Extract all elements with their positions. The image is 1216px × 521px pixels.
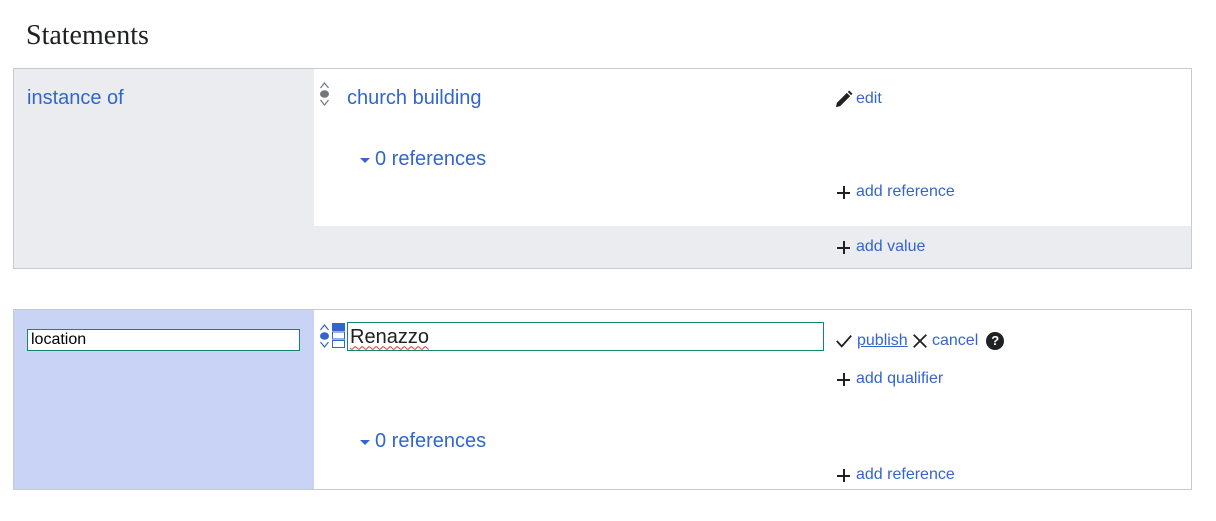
statement-values-editing: Renazzo publish cancel ? add qualifier 0… [314, 310, 1191, 489]
cancel-button[interactable]: cancel ? [911, 331, 1005, 351]
property-input[interactable]: location [27, 329, 300, 351]
references-count: 0 references [375, 430, 487, 452]
statement-group-location-editing: location Renazzo publish cancel ? add qu… [13, 309, 1192, 490]
expand-triangle-icon [360, 439, 370, 445]
add-reference-button[interactable]: add reference [836, 182, 955, 202]
rank-normal-icon[interactable] [318, 81, 331, 107]
expand-triangle-icon [360, 157, 370, 163]
publish-label: publish [857, 332, 908, 349]
add-qualifier-label: add qualifier [856, 370, 944, 387]
value-link-church-building[interactable]: church building [347, 86, 482, 110]
add-qualifier-button[interactable]: add qualifier [836, 369, 943, 389]
rank-normal-icon[interactable] [318, 323, 331, 349]
value-input[interactable]: Renazzo [347, 322, 824, 351]
close-icon [913, 334, 927, 348]
references-count: 0 references [375, 148, 487, 170]
add-reference-button[interactable]: add reference [836, 465, 955, 485]
publish-button[interactable]: publish [834, 331, 908, 351]
value-input-text: Renazzo [350, 325, 429, 348]
statement-group-instance-of: instance of church building edit 0 refer… [13, 68, 1192, 269]
cancel-label: cancel [932, 332, 979, 349]
add-value-toolbar: add value [314, 226, 1191, 268]
property-cell: instance of [14, 69, 314, 268]
pencil-icon [835, 89, 853, 107]
add-reference-label: add reference [856, 466, 955, 483]
plus-icon [836, 184, 852, 200]
plus-icon [836, 239, 852, 255]
plus-icon [836, 371, 852, 387]
page-title: Statements [26, 20, 149, 51]
add-value-button[interactable]: add value [836, 237, 925, 257]
references-toggle[interactable]: 0 references [360, 429, 486, 453]
checkmark-icon [836, 335, 852, 348]
plus-icon [836, 467, 852, 483]
property-cell-editing: location [14, 310, 314, 489]
edit-label: edit [856, 90, 882, 107]
snak-type-selector-icon[interactable] [332, 323, 345, 348]
property-input-value: location [31, 331, 87, 348]
references-toggle[interactable]: 0 references [360, 147, 486, 171]
add-value-label: add value [856, 238, 926, 255]
help-icon[interactable]: ? [986, 332, 1005, 350]
edit-button[interactable]: edit [834, 89, 882, 109]
add-reference-label: add reference [856, 183, 955, 200]
page: Statements instance of church building e… [0, 0, 1216, 521]
property-link-instance-of[interactable]: instance of [27, 86, 124, 110]
